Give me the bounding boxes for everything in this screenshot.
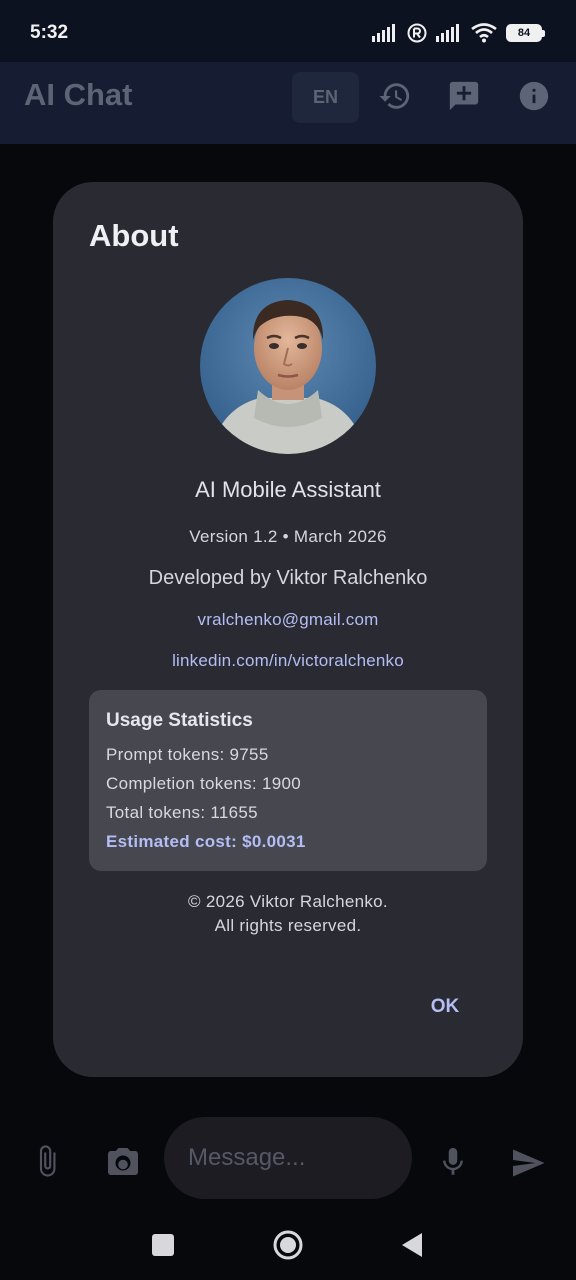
send-icon[interactable]: [510, 1145, 546, 1181]
system-nav-bar: [0, 1210, 576, 1280]
mic-icon[interactable]: [436, 1145, 470, 1179]
new-chat-icon[interactable]: [447, 79, 481, 113]
app-title: AI Chat: [24, 77, 133, 112]
about-dialog: About AI Mobile Assistant Version 1.2 • …: [53, 182, 523, 1077]
copyright: © 2026 Viktor Ralchenko. All rights rese…: [53, 890, 523, 938]
recents-icon[interactable]: [151, 1233, 175, 1257]
language-button[interactable]: EN: [292, 72, 359, 123]
linkedin-link[interactable]: linkedin.com/in/victoralchenko: [53, 651, 523, 671]
home-icon[interactable]: [272, 1229, 304, 1261]
usage-statistics-card: Usage Statistics Prompt tokens: 9755 Com…: [89, 690, 487, 871]
camera-icon[interactable]: [105, 1145, 141, 1181]
app-bar: AI Chat EN: [0, 62, 576, 144]
dialog-title: About: [89, 218, 179, 253]
signal-icon: [436, 24, 459, 42]
version-text: Version 1.2 • March 2026: [189, 527, 387, 546]
status-icons: 84: [372, 20, 545, 46]
developer-text: Developed by Viktor Ralchenko: [148, 567, 428, 589]
stats-title: Usage Statistics: [106, 710, 253, 731]
message-bar: [0, 1110, 576, 1210]
email-link[interactable]: vralchenko@gmail.com: [53, 610, 523, 630]
battery-icon: 84: [506, 24, 545, 42]
total-tokens: Total tokens: 11655: [106, 803, 258, 822]
estimated-cost: Estimated cost: $0.0031: [106, 832, 306, 851]
registered-icon: [407, 23, 427, 43]
language-label: EN: [312, 87, 338, 107]
avatar: [200, 278, 376, 454]
battery-level: 84: [517, 27, 531, 39]
info-icon[interactable]: [517, 79, 551, 113]
back-icon[interactable]: [400, 1232, 424, 1258]
copyright-line-1: © 2026 Viktor Ralchenko.: [188, 892, 388, 911]
copyright-line-2: All rights reserved.: [214, 916, 362, 935]
status-bar: 5:32 84: [0, 0, 576, 62]
message-input[interactable]: [164, 1117, 412, 1199]
history-icon[interactable]: [378, 79, 412, 113]
signal-icon: [372, 24, 395, 42]
developer-photo: [200, 278, 376, 454]
prompt-tokens: Prompt tokens: 9755: [106, 745, 269, 764]
completion-tokens: Completion tokens: 1900: [106, 774, 301, 793]
attach-icon[interactable]: [30, 1144, 64, 1178]
wifi-icon: [471, 23, 497, 43]
app-name: AI Mobile Assistant: [195, 477, 381, 502]
status-time: 5:32: [30, 22, 69, 43]
ok-button[interactable]: OK: [413, 987, 477, 1027]
